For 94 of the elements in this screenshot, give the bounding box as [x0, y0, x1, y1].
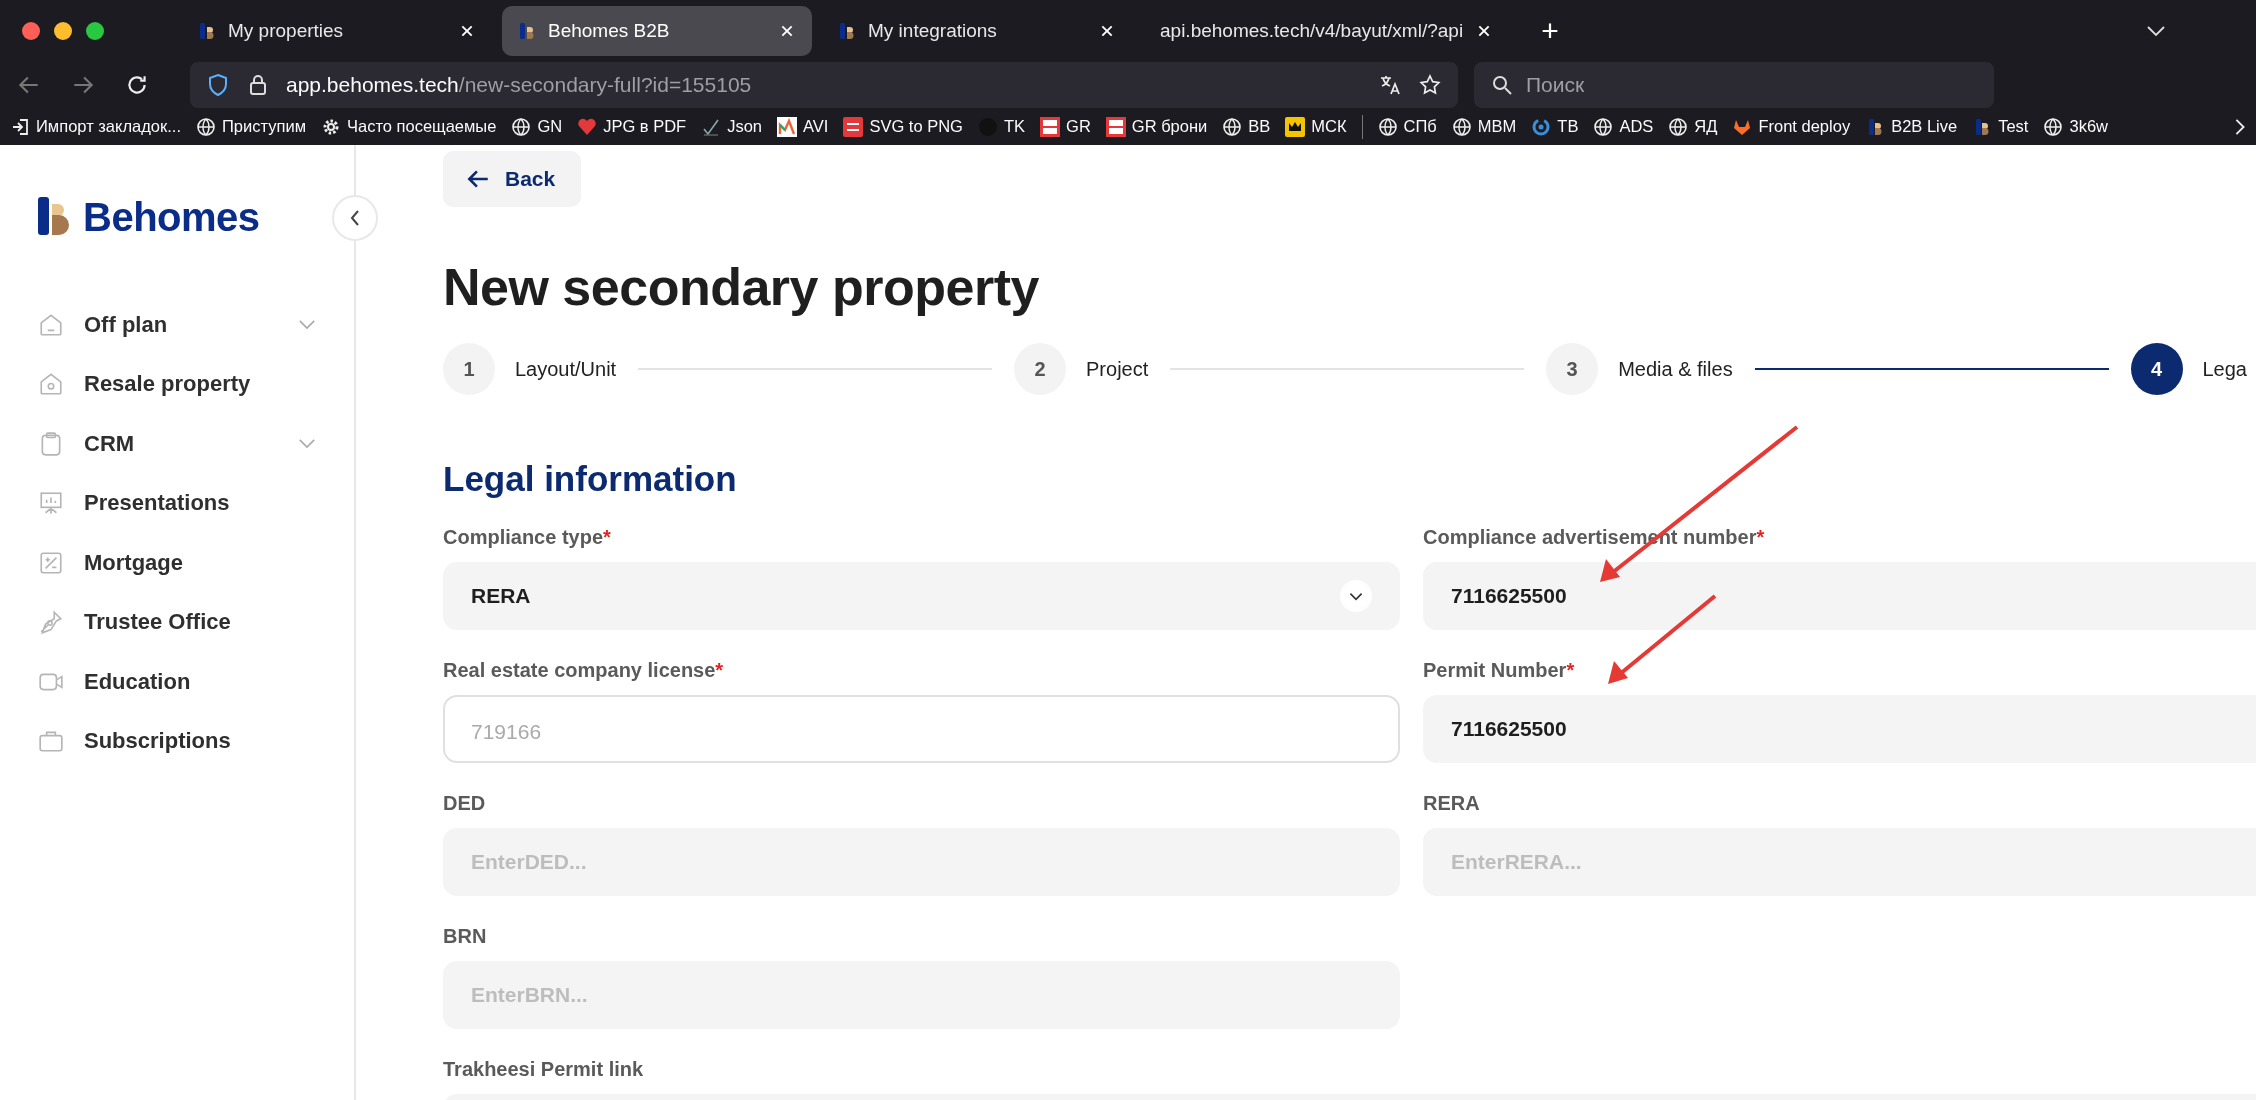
sync-icon	[1531, 116, 1552, 137]
sidebar-item[interactable]: Presentations	[38, 473, 316, 533]
browser-tab[interactable]: api.behomes.tech/v4/bayut/xml/?api	[1142, 6, 1510, 56]
sidebar-item[interactable]: Education	[38, 652, 316, 712]
pen-nib-icon	[38, 609, 64, 636]
bookmark[interactable]: GN	[511, 116, 563, 137]
sidebar-item[interactable]: Resale property	[38, 354, 316, 414]
bookmark[interactable]: TK	[977, 116, 1026, 137]
back-button[interactable]: Back	[443, 151, 582, 207]
bookmark[interactable]: B2B Live	[1865, 116, 1958, 137]
bookmark[interactable]: Часто посещаемые	[321, 116, 497, 137]
browser-tab[interactable]: My integrations	[822, 6, 1132, 56]
percent-icon	[38, 549, 64, 576]
heart-icon	[577, 116, 598, 137]
step-label[interactable]: Layout/Unit	[515, 357, 617, 381]
step-label[interactable]: Lega	[2202, 357, 2247, 381]
bookmark[interactable]: BB	[1222, 116, 1271, 137]
import-arrow-icon	[10, 116, 30, 137]
chevron-right-icon[interactable]	[2234, 117, 2246, 136]
new-tab-button[interactable]: +	[1529, 14, 1571, 48]
step-number[interactable]: 4	[2130, 343, 2183, 395]
globe-icon	[1593, 116, 1614, 137]
logo-text: Behomes	[83, 194, 260, 240]
bookmark[interactable]: Импорт закладок...	[10, 116, 181, 137]
tile-icon	[1105, 116, 1126, 137]
close-icon[interactable]	[780, 24, 794, 38]
crown-icon	[1285, 116, 1306, 137]
step-label[interactable]: Project	[1086, 357, 1149, 381]
bookmark[interactable]: СПб	[1377, 116, 1437, 137]
bookmark[interactable]: Json	[701, 116, 763, 137]
presentation-board-icon	[38, 490, 64, 517]
sidebar-item[interactable]: CRM	[38, 414, 316, 474]
chevron-left-icon	[349, 208, 361, 228]
translate-icon[interactable]	[1378, 73, 1402, 97]
section-title: Legal information	[443, 459, 738, 499]
close-icon[interactable]	[460, 24, 474, 38]
globe-icon	[1668, 116, 1689, 137]
field-label: BRN	[443, 925, 488, 949]
globe-icon	[1222, 116, 1243, 137]
globe-icon	[196, 116, 216, 137]
globe-icon	[1377, 116, 1398, 137]
logo-icon	[38, 197, 70, 237]
sidebar-item[interactable]: Off plan	[38, 295, 316, 355]
bookmark[interactable]: SVG to PNG	[843, 116, 963, 137]
globe-icon	[1451, 116, 1472, 137]
step-number[interactable]: 3	[1546, 343, 1599, 395]
sidebar-item[interactable]: Mortgage	[38, 533, 316, 593]
tile-icon	[1040, 116, 1061, 137]
minimize-window-icon[interactable]	[54, 22, 72, 40]
search-field[interactable]: Поиск	[1474, 62, 1994, 108]
globe-icon	[2043, 116, 2064, 137]
globe-icon	[511, 116, 532, 137]
address-bar[interactable]: app.behomes.tech/new-secondary-full?id=155105	[190, 62, 1458, 108]
step-label[interactable]: Media & files	[1618, 357, 1733, 381]
close-icon[interactable]	[1477, 24, 1492, 38]
shield-icon	[206, 73, 230, 97]
sidebar-item[interactable]: Trustee Office	[38, 592, 316, 652]
bookmark[interactable]: GR	[1040, 116, 1091, 137]
field-label: Compliance type*	[443, 526, 612, 550]
sidebar-item[interactable]: Subscriptions	[38, 711, 316, 771]
input-field[interactable]: 7116625500	[1423, 562, 2256, 630]
page-title: New secondary property	[443, 257, 1040, 317]
step-number[interactable]: 1	[443, 343, 495, 395]
bookmark[interactable]: AVI	[777, 116, 829, 137]
bookmark[interactable]: 3k6w	[2043, 116, 2108, 137]
field-label: Permit Number*	[1423, 659, 1576, 683]
house-icon	[38, 371, 64, 398]
field-label: Real estate company license*	[443, 659, 725, 683]
bookmark[interactable]: TB	[1531, 116, 1579, 137]
star-icon[interactable]	[1418, 73, 1442, 97]
bookmark[interactable]: Test	[1972, 116, 2029, 137]
search-icon	[1490, 73, 1514, 97]
tile-icon	[843, 116, 864, 137]
bookmark[interactable]: Приступим	[196, 116, 306, 137]
bookmark[interactable]: МСК	[1285, 116, 1347, 137]
bookmark[interactable]: MBM	[1451, 116, 1517, 137]
browser-tab[interactable]: My properties	[182, 6, 492, 56]
maximize-window-icon[interactable]	[86, 22, 104, 40]
bookmark[interactable]: JPG в PDF	[577, 116, 687, 137]
browser-tab[interactable]: Behomes B2B	[502, 6, 812, 56]
bookmark[interactable]: ADS	[1593, 116, 1654, 137]
chevron-down-icon	[1340, 580, 1372, 612]
close-window-icon[interactable]	[22, 22, 40, 40]
field-label: DED	[443, 792, 487, 816]
input-field[interactable]: 7116625500	[1423, 695, 2256, 763]
chart-tile-icon	[777, 116, 798, 137]
step-number[interactable]: 2	[1014, 343, 1067, 395]
bookmark[interactable]: ЯД	[1668, 116, 1718, 137]
select-field[interactable]: RERA	[443, 562, 1400, 630]
field-label: Trakheesi Permit link	[443, 1058, 645, 1082]
close-icon[interactable]	[1100, 24, 1114, 38]
field-label: RERA	[1423, 792, 1481, 816]
bookmark[interactable]: GR брони	[1105, 116, 1208, 137]
bookmark[interactable]: Front deploy	[1732, 116, 1851, 137]
